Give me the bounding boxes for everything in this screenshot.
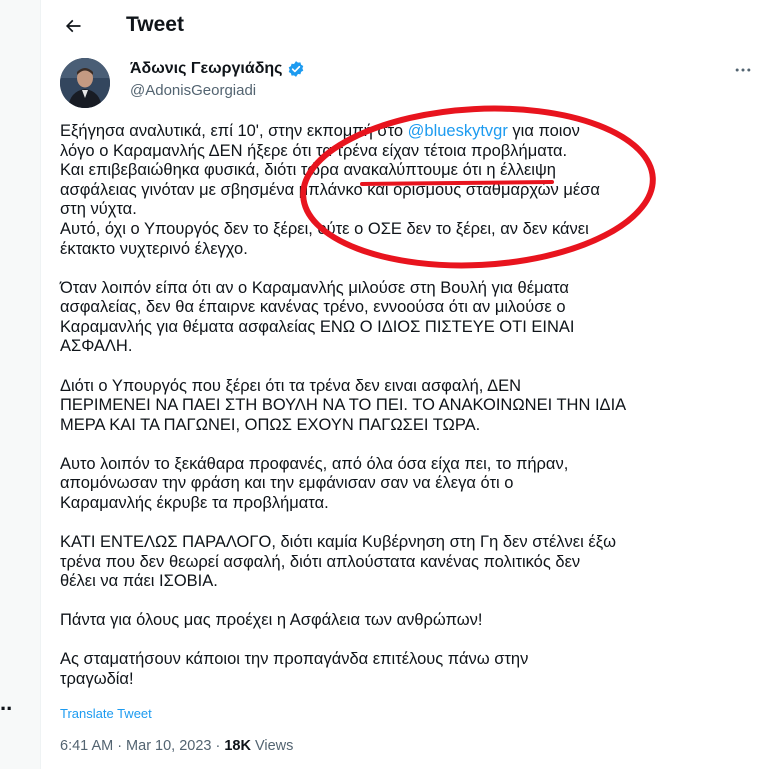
- avatar[interactable]: [60, 58, 110, 108]
- back-button[interactable]: [59, 12, 87, 40]
- page-title: Tweet: [126, 13, 184, 36]
- tweet-paragraph-6: Πάντα για όλους μας προέχει η Ασφάλεια τ…: [60, 611, 483, 630]
- tweet-paragraph-2: Όταν λοιπόν είπα ότι αν ο Καραμανλής μιλ…: [60, 278, 575, 356]
- back-arrow-icon: [65, 19, 81, 33]
- translate-tweet-link[interactable]: Translate Tweet: [60, 706, 152, 721]
- tweet-meta: 6:41 AM · Mar 10, 2023 · 18K Views: [60, 738, 293, 754]
- more-options-icon: [735, 68, 751, 72]
- verified-badge-icon: [289, 61, 304, 77]
- views-label: Views: [254, 738, 294, 754]
- more-options-button[interactable]: [731, 58, 755, 82]
- tweet-time[interactable]: 6:41 AM: [60, 738, 113, 754]
- tweet-body: Εξήγησα αναλυτικά, επί 10', στην εκπομπή…: [60, 122, 740, 709]
- left-panel-ellipsis: ..: [0, 690, 13, 715]
- author-name[interactable]: Άδωνις Γεωργιάδης: [130, 60, 282, 78]
- tweet-paragraph-1: Εξήγησα αναλυτικά, επί 10', στην εκπομπή…: [60, 122, 740, 259]
- tweet-detail-column: Tweet Άδωνις Γεωργιάδης @AdonisGeorgiadi…: [40, 0, 769, 769]
- meta-separator: ·: [117, 738, 123, 754]
- tweet-text-span: Εξήγησα αναλυτικά, επί 10', στην εκπομπή…: [60, 122, 408, 140]
- tweet-paragraph-7: Ας σταματήσουν κάποιοι την προπαγάνδα επ…: [60, 650, 529, 689]
- views-count: 18K: [224, 738, 251, 754]
- meta-separator: ·: [215, 738, 221, 754]
- tweet-paragraph-5: ΚΑΤΙ ΕΝΤΕΛΩΣ ΠΑΡΑΛΟΓΟ, διότι καμία Κυβέρ…: [60, 533, 617, 591]
- tweet-paragraph-4: Αυτο λοιπόν το ξεκάθαρα προφανές, από όλ…: [60, 454, 569, 512]
- author-handle[interactable]: @AdonisGeorgiadi: [130, 82, 256, 99]
- avatar-image: [60, 58, 110, 108]
- tweet-header: Tweet: [41, 0, 769, 53]
- author-name-row[interactable]: Άδωνις Γεωργιάδης: [130, 60, 305, 78]
- mention-link[interactable]: @blueskytvgr: [408, 122, 508, 140]
- tweet-date[interactable]: Mar 10, 2023: [126, 738, 211, 754]
- tweet-paragraph-3: Διότι ο Υπουργός που ξέρει ότι τα τρένα …: [60, 376, 627, 434]
- tweet-text-span: για ποιον λόγο ο Καραμανλής ΔΕΝ ήξερε ότ…: [60, 122, 600, 258]
